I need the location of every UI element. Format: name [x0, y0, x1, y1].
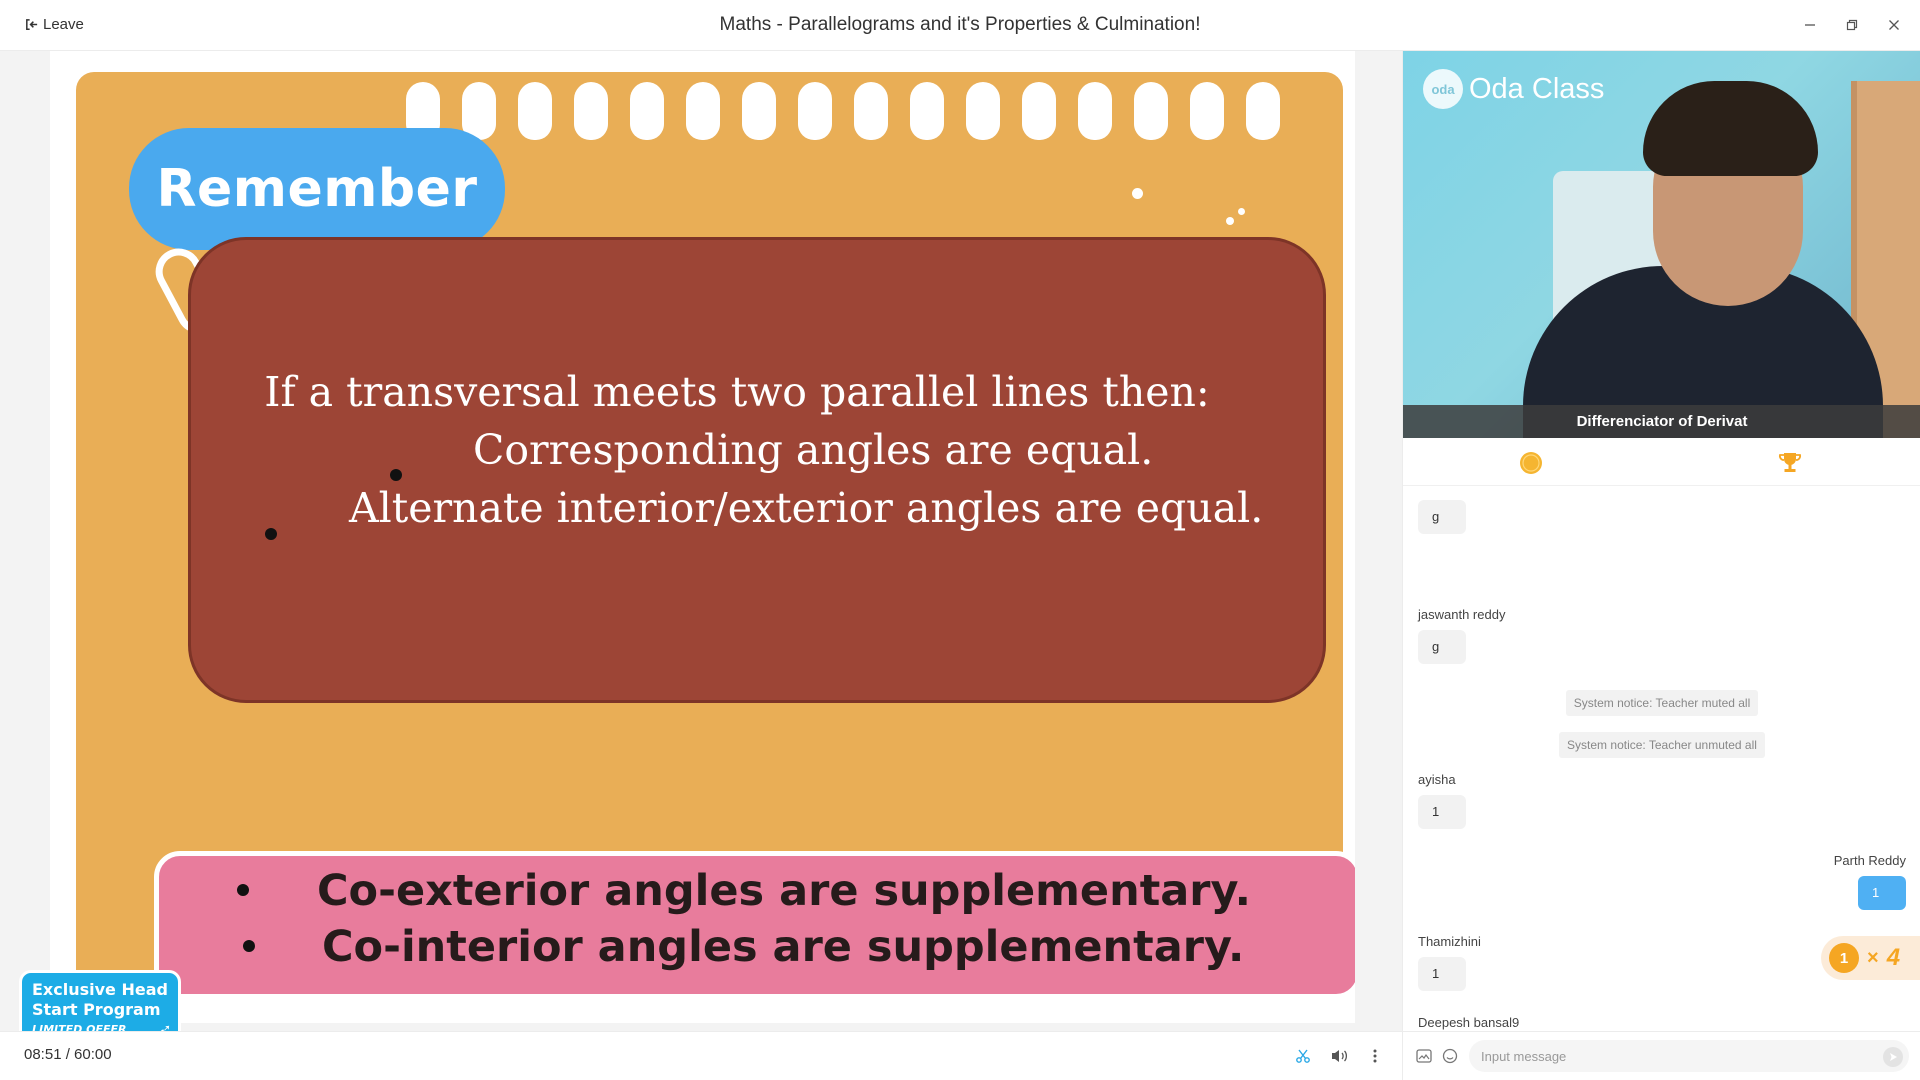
system-notice-text: System notice: Teacher unmuted all — [1559, 732, 1765, 758]
promo-title-line2: Start Program — [32, 1000, 161, 1019]
chat-message-input[interactable] — [1469, 1040, 1909, 1072]
trophy-icon — [1779, 453, 1801, 472]
timer-current: 08:51 — [24, 1046, 62, 1063]
ring-hole — [854, 82, 888, 140]
rule-corresponding: Corresponding angles are equal. — [473, 426, 1154, 474]
promo-title-line1: Exclusive Head — [32, 980, 168, 999]
coin-icon: 1 — [1829, 943, 1859, 973]
ring-hole — [910, 82, 944, 140]
system-notice: System notice: Teacher unmuted all — [1403, 732, 1920, 758]
remember-heading-text: Remember — [156, 159, 478, 219]
restore-icon[interactable] — [1842, 12, 1862, 38]
ring-hole — [574, 82, 608, 140]
title-bar: Leave Maths - Parallelograms and it's Pr… — [0, 0, 1920, 51]
system-notice-text: System notice: Teacher muted all — [1565, 690, 1759, 716]
bullet-icon — [243, 940, 255, 952]
multiply-sign: × — [1867, 946, 1879, 969]
emoji-icon[interactable] — [1441, 1047, 1459, 1065]
scissors-icon[interactable] — [1294, 1044, 1312, 1068]
class-timer: 08:51 / 60:00 — [24, 1046, 112, 1063]
chat-bubble: 1 — [1418, 957, 1466, 991]
coin-reaction-badge: 1 × 4 — [1821, 936, 1920, 980]
chat-message: Deepesh bansal9 1 — [1418, 1015, 1519, 1031]
close-icon[interactable] — [1884, 12, 1904, 38]
decor-dot — [1226, 217, 1234, 225]
tab-coins[interactable] — [1518, 450, 1544, 476]
image-icon[interactable] — [1415, 1047, 1433, 1065]
teacher-name-caption: Differenciator of Derivat — [1403, 405, 1920, 438]
send-icon[interactable] — [1883, 1047, 1903, 1067]
coin-icon — [1520, 452, 1542, 474]
ring-hole — [742, 82, 776, 140]
rule-intro: If a transversal meets two parallel line… — [264, 368, 1210, 416]
window-title: Maths - Parallelograms and it's Properti… — [719, 14, 1201, 35]
slide: ✦ Remember If a transversal meets two pa… — [50, 51, 1355, 1023]
chat-bubble-self: 1 — [1858, 876, 1906, 910]
chat-bubble: g — [1418, 630, 1466, 664]
app-window: Leave Maths - Parallelograms and it's Pr… — [0, 0, 1920, 1080]
chat-input-bar — [1403, 1031, 1920, 1080]
presentation-stage: ✦ Remember If a transversal meets two pa… — [0, 51, 1402, 1050]
system-notice: System notice: Teacher muted all — [1403, 690, 1920, 716]
window-controls — [1800, 12, 1904, 38]
chat-message: Thamizhini 1 — [1418, 934, 1481, 991]
chat-sender: Parth Reddy — [1833, 853, 1906, 868]
tab-leaderboard[interactable] — [1777, 450, 1803, 476]
ring-hole — [1022, 82, 1056, 140]
notebook-rings — [406, 82, 1280, 140]
chat-message: jaswanth reddy g — [1418, 607, 1505, 664]
chat-message-self: Parth Reddy 1 — [1834, 853, 1906, 910]
ring-hole — [686, 82, 720, 140]
chat-sender: Deepesh bansal9 — [1418, 1015, 1520, 1030]
oda-class-logo: oda Oda Class — [1423, 69, 1604, 109]
ring-hole — [1190, 82, 1224, 140]
chat-message: ayisha 1 — [1418, 772, 1466, 829]
chat-sender: jaswanth reddy — [1418, 607, 1506, 622]
ring-hole — [1246, 82, 1280, 140]
ring-hole — [518, 82, 552, 140]
panel-tabs — [1403, 438, 1920, 486]
teacher-hair — [1643, 81, 1818, 176]
chat-sender: Thamizhini — [1418, 934, 1481, 949]
volume-icon[interactable] — [1330, 1044, 1348, 1068]
ring-hole — [798, 82, 832, 140]
decor-dot — [1238, 208, 1245, 215]
chat-bubble: g — [1418, 500, 1466, 534]
playback-controls — [1294, 1044, 1384, 1068]
chat-bubble: 1 — [1418, 795, 1466, 829]
oda-logo-text: Oda Class — [1469, 72, 1605, 105]
side-panel: oda Oda Class Differenciator of Derivat … — [1402, 51, 1920, 1080]
ring-hole — [1078, 82, 1112, 140]
bullet-icon — [237, 884, 249, 896]
ring-hole — [630, 82, 664, 140]
ring-hole — [1134, 82, 1168, 140]
supplementary-card: Co-exterior angles are supplementary. Co… — [154, 851, 1355, 999]
reaction-count: 4 — [1886, 944, 1901, 971]
chat-sender: ayisha — [1418, 772, 1456, 787]
more-icon[interactable] — [1366, 1044, 1384, 1068]
bullet-icon — [390, 469, 402, 481]
playback-bar: 08:51 / 60:00 — [0, 1031, 1402, 1080]
decor-dot — [1132, 188, 1143, 199]
ring-hole — [966, 82, 1000, 140]
rule-co-exterior: Co-exterior angles are supplementary. — [317, 866, 1251, 916]
minimize-icon[interactable] — [1800, 12, 1820, 38]
remember-heading: Remember — [129, 128, 505, 250]
rule-card: If a transversal meets two parallel line… — [188, 237, 1326, 703]
chat-message: g — [1418, 486, 1466, 534]
timer-total: / 60:00 — [61, 1046, 112, 1063]
bullet-icon — [265, 528, 277, 540]
rule-alternate: Alternate interior/exterior angles are e… — [349, 484, 1264, 532]
rule-co-interior: Co-interior angles are supplementary. — [322, 922, 1245, 972]
teacher-video: oda Oda Class Differenciator of Derivat — [1403, 51, 1920, 438]
oda-logo-mark: oda — [1423, 69, 1463, 109]
